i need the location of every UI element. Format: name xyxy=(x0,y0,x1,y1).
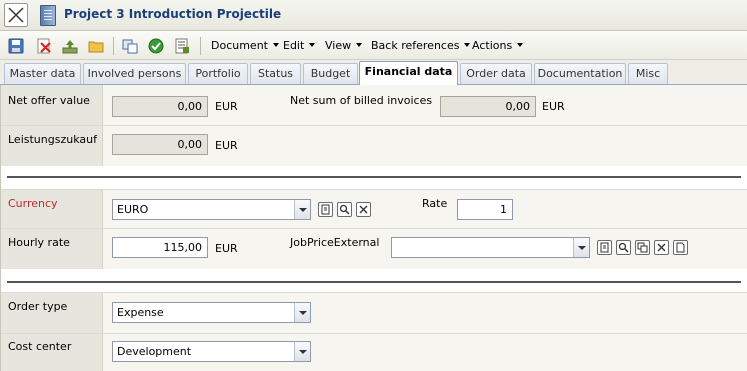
window-title: Project 3 Introduction Projectile xyxy=(64,7,282,21)
caret-down-icon xyxy=(273,43,279,47)
currency-value: EURO xyxy=(117,203,149,216)
job-price-search-button[interactable] xyxy=(616,240,631,255)
label-cell xyxy=(1,229,103,269)
job-price-copy-button[interactable] xyxy=(635,240,650,255)
financial-data-panel: Net offer value 0,00 EUR Net sum of bill… xyxy=(0,85,747,371)
label-cell xyxy=(1,293,103,333)
label-cell xyxy=(1,126,103,166)
caret-down-icon xyxy=(517,43,524,47)
row-order-type: Order type Expense xyxy=(1,293,747,333)
tab-status[interactable]: Status xyxy=(250,63,301,84)
order-type-value: Expense xyxy=(117,306,164,319)
delete-icon[interactable] xyxy=(36,38,52,54)
job-price-external-label: JobPriceExternal xyxy=(290,236,380,249)
row-cost-center: Cost center Development xyxy=(1,334,747,371)
close-icon xyxy=(8,7,24,23)
row-net-offer-value: Net offer value 0,00 EUR Net sum of bill… xyxy=(1,85,747,125)
net-sum-billed-unit: EUR xyxy=(542,100,565,113)
new-document-icon xyxy=(321,204,330,215)
menu-view[interactable]: View xyxy=(325,39,363,52)
tab-involved-persons[interactable]: Involved persons xyxy=(83,63,186,84)
hourly-rate-input[interactable]: 115,00 xyxy=(112,237,208,258)
menu-actions[interactable]: Actions xyxy=(472,39,524,52)
dropdown-arrow-icon[interactable] xyxy=(294,342,310,361)
menu-edit-label: Edit xyxy=(283,39,305,52)
folder-icon[interactable] xyxy=(88,38,104,54)
document-icon xyxy=(40,5,56,26)
job-price-open-button[interactable] xyxy=(673,240,688,255)
tab-documentation[interactable]: Documentation xyxy=(534,63,626,84)
net-sum-billed-field: 0,00 xyxy=(440,96,536,117)
tab-misc[interactable]: Misc xyxy=(628,63,668,84)
upload-icon[interactable] xyxy=(62,38,78,54)
rate-input[interactable]: 1 xyxy=(457,199,513,220)
hourly-rate-label: Hourly rate xyxy=(8,236,70,249)
search-icon xyxy=(618,242,629,253)
net-sum-billed-label: Net sum of billed invoices xyxy=(290,94,433,107)
order-type-label: Order type xyxy=(8,300,68,313)
cost-center-value: Development xyxy=(117,345,192,358)
currency-label: Currency xyxy=(8,197,58,210)
order-type-select[interactable]: Expense xyxy=(112,302,311,323)
menu-back-references[interactable]: Back references xyxy=(371,39,471,52)
refresh-check-icon[interactable] xyxy=(148,38,164,54)
menu-document-label: Document xyxy=(211,39,268,52)
menu-document[interactable]: Document xyxy=(211,39,279,52)
menu-edit[interactable]: Edit xyxy=(283,39,316,52)
tab-bar: Master data Involved persons Portfolio S… xyxy=(0,60,747,85)
caret-down-icon xyxy=(356,43,363,47)
tab-budget[interactable]: Budget xyxy=(303,63,358,84)
currency-select[interactable]: EURO xyxy=(112,199,311,220)
search-icon xyxy=(339,204,350,215)
net-offer-value-unit: EUR xyxy=(215,100,238,113)
cost-center-select[interactable]: Development xyxy=(112,341,311,362)
dropdown-arrow-icon[interactable] xyxy=(294,200,310,219)
row-hourly-rate: Hourly rate 115,00 EUR JobPriceExternal xyxy=(1,229,747,269)
menu-view-label: View xyxy=(325,39,352,52)
currency-search-button[interactable] xyxy=(337,202,352,217)
net-offer-value-field: 0,00 xyxy=(112,96,208,117)
net-offer-value-label: Net offer value xyxy=(8,94,90,107)
save-icon[interactable] xyxy=(8,38,24,54)
new-document-icon xyxy=(600,242,609,253)
leistungszukauf-unit: EUR xyxy=(215,139,238,152)
copy-icon xyxy=(637,242,648,253)
row-leistungszukauf: Leistungszukauf 0,00 EUR xyxy=(1,126,747,166)
leistungszukauf-label: Leistungszukauf xyxy=(8,133,97,146)
dropdown-arrow-icon[interactable] xyxy=(294,303,310,322)
rate-label: Rate xyxy=(422,197,448,210)
menu-actions-label: Actions xyxy=(472,39,513,52)
tab-portfolio[interactable]: Portfolio xyxy=(188,63,248,84)
title-bar: Project 3 Introduction Projectile xyxy=(0,0,747,31)
tab-master-data[interactable]: Master data xyxy=(4,63,81,84)
copy-icon[interactable] xyxy=(122,38,138,54)
close-button[interactable] xyxy=(4,3,28,27)
section-divider xyxy=(7,176,741,178)
tab-financial-data[interactable]: Financial data xyxy=(359,61,458,85)
cost-center-label: Cost center xyxy=(8,340,72,353)
toolbar-separator xyxy=(113,37,114,55)
tab-order-data[interactable]: Order data xyxy=(460,63,532,84)
hourly-rate-unit: EUR xyxy=(215,242,238,255)
dropdown-arrow-icon[interactable] xyxy=(573,238,589,257)
caret-down-icon xyxy=(309,43,316,47)
job-price-clear-button[interactable] xyxy=(654,240,669,255)
toolbar-separator xyxy=(200,37,201,55)
section-divider xyxy=(7,281,741,283)
clear-icon xyxy=(657,243,666,252)
leistungszukauf-field: 0,00 xyxy=(112,134,208,155)
menu-back-references-label: Back references xyxy=(371,39,460,52)
currency-clear-button[interactable] xyxy=(356,202,371,217)
currency-new-button[interactable] xyxy=(318,202,333,217)
job-price-new-button[interactable] xyxy=(597,240,612,255)
job-price-external-select[interactable] xyxy=(391,237,590,258)
clear-icon xyxy=(359,205,368,214)
toolbar: Document Edit View Back references Actio… xyxy=(0,31,747,60)
print-icon[interactable] xyxy=(174,38,190,54)
caret-down-icon xyxy=(464,43,471,47)
document-icon xyxy=(676,242,685,253)
row-currency: Currency EURO Rate 1 xyxy=(1,190,747,228)
